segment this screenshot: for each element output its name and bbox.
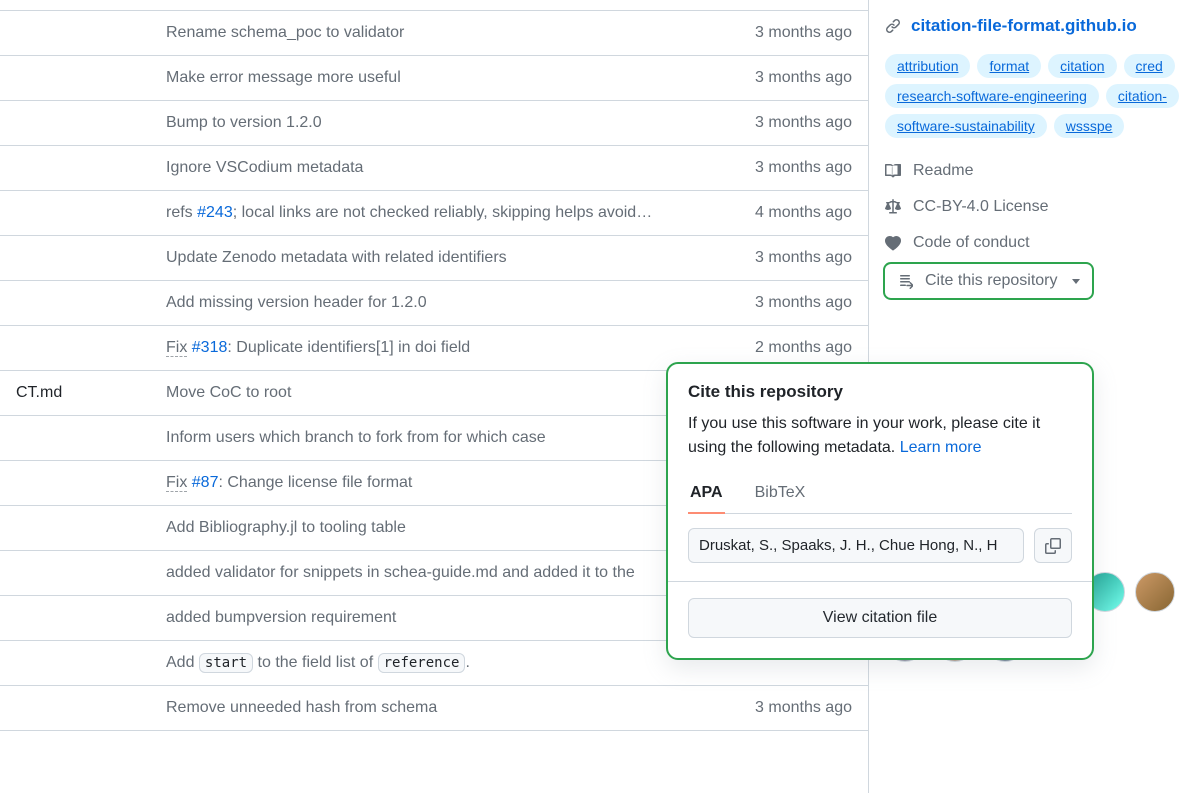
readme-label: Readme <box>913 162 973 180</box>
repo-website-link[interactable]: citation-file-format.github.io <box>885 16 1183 36</box>
code-of-conduct-link[interactable]: Code of conduct <box>885 234 1183 252</box>
commit-time-cell: 3 months ago <box>725 235 868 280</box>
learn-more-link[interactable]: Learn more <box>900 439 982 456</box>
copy-icon <box>1045 538 1061 554</box>
file-name-cell <box>0 460 150 505</box>
table-row: Bump to version 1.2.03 months ago <box>0 100 868 145</box>
copy-citation-button[interactable] <box>1034 528 1072 563</box>
license-label: CC-BY-4.0 License <box>913 198 1048 216</box>
repo-website-url[interactable]: citation-file-format.github.io <box>911 16 1137 36</box>
file-name-cell <box>0 100 150 145</box>
table-row: refs #243; local links are not checked r… <box>0 190 868 235</box>
commit-message-cell[interactable]: Inform users which branch to fork from f… <box>150 415 725 460</box>
cite-icon <box>897 273 913 289</box>
commit-message-cell[interactable]: Ignore VSCodium metadata <box>150 145 725 190</box>
topic-tag[interactable]: software-sustainability <box>885 114 1047 138</box>
code-of-conduct-icon <box>885 235 901 251</box>
commit-time-cell: 3 months ago <box>725 100 868 145</box>
topic-tag[interactable]: research-software-engineering <box>885 84 1099 108</box>
file-name-cell <box>0 10 150 55</box>
cite-repository-button[interactable]: Cite this repository <box>883 262 1094 300</box>
commit-message-cell[interactable]: Update Zenodo metadata with related iden… <box>150 235 725 280</box>
file-name-cell <box>0 685 150 730</box>
readme-link[interactable]: Readme <box>885 162 1183 180</box>
commit-time-cell: 3 months ago <box>725 280 868 325</box>
topic-tag[interactable]: citation- <box>1106 84 1179 108</box>
commit-message-cell[interactable]: Add Bibliography.jl to tooling table <box>150 505 725 550</box>
commit-time-cell: 4 months ago <box>725 190 868 235</box>
file-name-cell <box>0 325 150 370</box>
commit-time-cell: 3 months ago <box>725 10 868 55</box>
commit-message-cell[interactable]: refs #243; local links are not checked r… <box>150 190 725 235</box>
table-row: Add missing version header for 1.2.03 mo… <box>0 280 868 325</box>
citation-format-tabs: APA BibTeX <box>688 476 1072 514</box>
issue-link[interactable]: #87 <box>192 474 219 491</box>
topic-tag[interactable]: cred <box>1124 54 1175 78</box>
commit-message-cell[interactable]: Fix #87: Change license file format <box>150 460 725 505</box>
file-name-cell <box>0 235 150 280</box>
commit-time-cell: 3 months ago <box>725 685 868 730</box>
file-name-cell <box>0 55 150 100</box>
commit-time-cell: 3 months ago <box>725 145 868 190</box>
table-row: Rename schema_poc to validator3 months a… <box>0 10 868 55</box>
avatar[interactable] <box>1135 572 1175 612</box>
file-name-cell <box>0 415 150 460</box>
license-link[interactable]: CC-BY-4.0 License <box>885 198 1183 216</box>
commit-time-cell: 3 months ago <box>725 55 868 100</box>
topic-tag[interactable]: citation <box>1048 54 1116 78</box>
commit-message-cell[interactable]: added validator for snippets in schea-gu… <box>150 550 725 595</box>
file-name-cell <box>0 640 150 685</box>
file-name-cell[interactable]: CT.md <box>0 370 150 415</box>
table-row: Make error message more useful3 months a… <box>0 55 868 100</box>
file-name-cell <box>0 190 150 235</box>
link-icon <box>885 18 901 34</box>
commit-message-cell[interactable]: Add missing version header for 1.2.0 <box>150 280 725 325</box>
commit-message-cell[interactable]: Add start to the field list of reference… <box>150 640 725 685</box>
commit-message-cell[interactable]: Remove unneeded hash from schema <box>150 685 725 730</box>
file-name-cell <box>0 145 150 190</box>
popover-title: Cite this repository <box>688 382 1072 402</box>
cite-popover: Cite this repository If you use this sof… <box>666 362 1094 660</box>
code-chip: start <box>199 653 253 673</box>
coc-label: Code of conduct <box>913 234 1030 252</box>
table-row: Remove unneeded hash from schema3 months… <box>0 685 868 730</box>
chevron-down-icon <box>1072 279 1080 284</box>
commit-message-cell[interactable]: Fix #318: Duplicate identifiers[1] in do… <box>150 325 725 370</box>
commit-message-cell[interactable]: added bumpversion requirement <box>150 595 725 640</box>
issue-link[interactable]: #243 <box>197 204 233 221</box>
commit-message-cell[interactable]: Make error message more useful <box>150 55 725 100</box>
topic-tag[interactable]: wssspe <box>1054 114 1125 138</box>
book-icon <box>885 163 901 179</box>
divider <box>668 581 1092 582</box>
view-citation-file-button[interactable]: View citation file <box>688 598 1072 638</box>
tab-bibtex[interactable]: BibTeX <box>753 476 808 514</box>
table-row <box>0 0 868 10</box>
popover-body: If you use this software in your work, p… <box>688 412 1072 460</box>
cite-label: Cite this repository <box>925 272 1058 290</box>
table-row: Ignore VSCodium metadata3 months ago <box>0 145 868 190</box>
table-row: Update Zenodo metadata with related iden… <box>0 235 868 280</box>
law-icon <box>885 199 901 215</box>
citation-text-input[interactable] <box>688 528 1024 563</box>
file-name-cell <box>0 550 150 595</box>
file-name-cell <box>0 505 150 550</box>
commit-message-cell[interactable]: Bump to version 1.2.0 <box>150 100 725 145</box>
commit-message-cell[interactable]: Rename schema_poc to validator <box>150 10 725 55</box>
topic-tag[interactable]: format <box>977 54 1041 78</box>
commit-message-cell[interactable]: Move CoC to root <box>150 370 725 415</box>
topic-tag[interactable]: attribution <box>885 54 970 78</box>
file-name-cell <box>0 280 150 325</box>
file-name-cell <box>0 595 150 640</box>
issue-link[interactable]: #318 <box>192 339 228 356</box>
code-chip: reference <box>378 653 466 673</box>
tab-apa[interactable]: APA <box>688 476 725 514</box>
topic-list: attribution format citation cred research-so… <box>885 54 1183 138</box>
